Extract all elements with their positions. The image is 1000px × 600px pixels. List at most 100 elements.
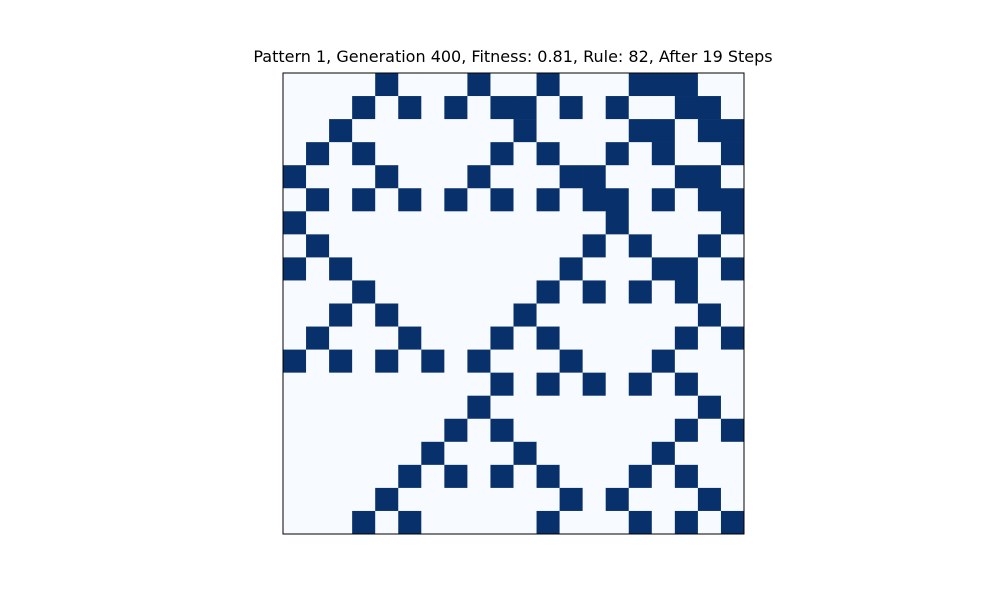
grid-cell-r15-c17 (674, 418, 699, 443)
grid-cell-r6-c2 (329, 211, 353, 235)
grid-cell-r7-c9 (490, 234, 514, 258)
grid-cell-r6-c16 (651, 211, 676, 235)
grid-cell-r11-c3 (352, 326, 376, 350)
grid-cell-r4-c10 (513, 165, 537, 189)
grid-cell-r18-c1 (306, 487, 330, 512)
grid-cell-r6-c12 (559, 211, 583, 235)
grid-cell-r13-c5 (398, 372, 422, 396)
grid-cell-r2-c2 (329, 119, 353, 143)
grid-cell-r8-c16 (651, 257, 676, 281)
grid-cell-r19-c13 (582, 510, 606, 535)
grid-cell-r0-c4 (375, 73, 399, 97)
grid-cell-r16-c1 (306, 441, 330, 466)
grid-cell-r1-c18 (697, 96, 722, 120)
grid-cell-r10-c8 (467, 303, 491, 327)
grid-cell-r19-c14 (605, 510, 630, 535)
grid-cell-r17-c10 (513, 464, 537, 489)
grid-cell-r15-c10 (513, 418, 537, 443)
grid-cell-r10-c14 (605, 303, 630, 327)
grid-cell-r9-c1 (306, 280, 330, 304)
grid-cell-r6-c17 (674, 211, 699, 235)
grid-cell-r9-c13 (582, 280, 606, 304)
grid-cell-r1-c11 (536, 96, 560, 120)
grid-cell-r13-c0 (283, 372, 307, 396)
grid-cell-r10-c5 (398, 303, 422, 327)
grid-cell-r14-c10 (513, 395, 537, 420)
grid-cell-r19-c16 (651, 510, 676, 535)
grid-cell-r17-c8 (467, 464, 491, 489)
grid-cell-r18-c7 (444, 487, 468, 512)
grid-cell-r15-c4 (375, 418, 399, 443)
grid-cell-r16-c2 (329, 441, 353, 466)
grid-cell-r13-c6 (421, 372, 445, 396)
grid-cell-r8-c2 (329, 257, 353, 281)
grid-cell-r10-c15 (628, 303, 653, 327)
grid-cell-r10-c16 (651, 303, 676, 327)
grid-cell-r0-c11 (536, 73, 560, 97)
grid-cell-r9-c8 (467, 280, 491, 304)
grid-cell-r8-c9 (490, 257, 514, 281)
grid-cell-r15-c15 (628, 418, 653, 443)
grid-cell-r10-c9 (490, 303, 514, 327)
grid-cell-r0-c7 (444, 73, 468, 97)
grid-cell-r5-c14 (605, 188, 630, 212)
grid-cell-r19-c3 (352, 510, 376, 535)
grid-cell-r13-c10 (513, 372, 537, 396)
grid-cell-r7-c5 (398, 234, 422, 258)
grid-cell-r14-c8 (467, 395, 491, 420)
grid-cell-r14-c6 (421, 395, 445, 420)
grid-cell-r2-c3 (352, 119, 376, 143)
grid-cell-r9-c14 (605, 280, 630, 304)
grid-cell-r0-c9 (490, 73, 514, 97)
grid-cell-r19-c2 (329, 510, 353, 535)
grid-cell-r14-c15 (628, 395, 653, 420)
grid-cell-r5-c12 (559, 188, 583, 212)
grid-cell-r11-c6 (421, 326, 445, 350)
grid-cell-r8-c7 (444, 257, 468, 281)
grid-cell-r17-c14 (605, 464, 630, 489)
grid-cell-r16-c18 (697, 441, 722, 466)
grid-cell-r1-c0 (283, 96, 307, 120)
grid-cell-r1-c2 (329, 96, 353, 120)
grid-cell-r0-c14 (605, 73, 630, 97)
grid-cell-r5-c4 (375, 188, 399, 212)
grid-cell-r17-c16 (651, 464, 676, 489)
grid-cell-r11-c10 (513, 326, 537, 350)
grid-cell-r10-c12 (559, 303, 583, 327)
grid-cell-r12-c0 (283, 349, 307, 373)
grid-cell-r5-c18 (697, 188, 722, 212)
grid-cell-r16-c9 (490, 441, 514, 466)
grid-cell-r12-c1 (306, 349, 330, 373)
grid-cell-r6-c1 (306, 211, 330, 235)
grid-cell-r12-c11 (536, 349, 560, 373)
grid-cell-r7-c1 (306, 234, 330, 258)
grid-cell-r6-c14 (605, 211, 630, 235)
grid-cell-r11-c18 (697, 326, 722, 350)
grid-cell-r6-c18 (697, 211, 722, 235)
grid-cell-r3-c18 (697, 142, 722, 166)
grid-cell-r3-c9 (490, 142, 514, 166)
grid-cell-r3-c11 (536, 142, 560, 166)
grid-cell-r11-c5 (398, 326, 422, 350)
grid-cell-r9-c12 (559, 280, 583, 304)
grid-cell-r14-c17 (674, 395, 699, 420)
grid-cell-r0-c2 (329, 73, 353, 97)
grid-cell-r2-c10 (513, 119, 537, 143)
grid-cell-r9-c17 (674, 280, 699, 304)
grid-cell-r15-c18 (697, 418, 722, 443)
grid-cell-r11-c17 (674, 326, 699, 350)
grid-cell-r4-c5 (398, 165, 422, 189)
grid-cell-r10-c18 (697, 303, 722, 327)
grid-cell-r6-c5 (398, 211, 422, 235)
grid-cell-r12-c17 (674, 349, 699, 373)
grid-cell-r1-c5 (398, 96, 422, 120)
grid-cell-r2-c5 (398, 119, 422, 143)
grid-cell-r13-c8 (467, 372, 491, 396)
grid-cell-r8-c8 (467, 257, 491, 281)
grid-cell-r1-c10 (513, 96, 537, 120)
grid-cell-r14-c11 (536, 395, 560, 420)
grid-cell-r10-c7 (444, 303, 468, 327)
grid-cell-r6-c19 (720, 211, 745, 235)
grid-cell-r18-c5 (398, 487, 422, 512)
grid-cell-r18-c10 (513, 487, 537, 512)
